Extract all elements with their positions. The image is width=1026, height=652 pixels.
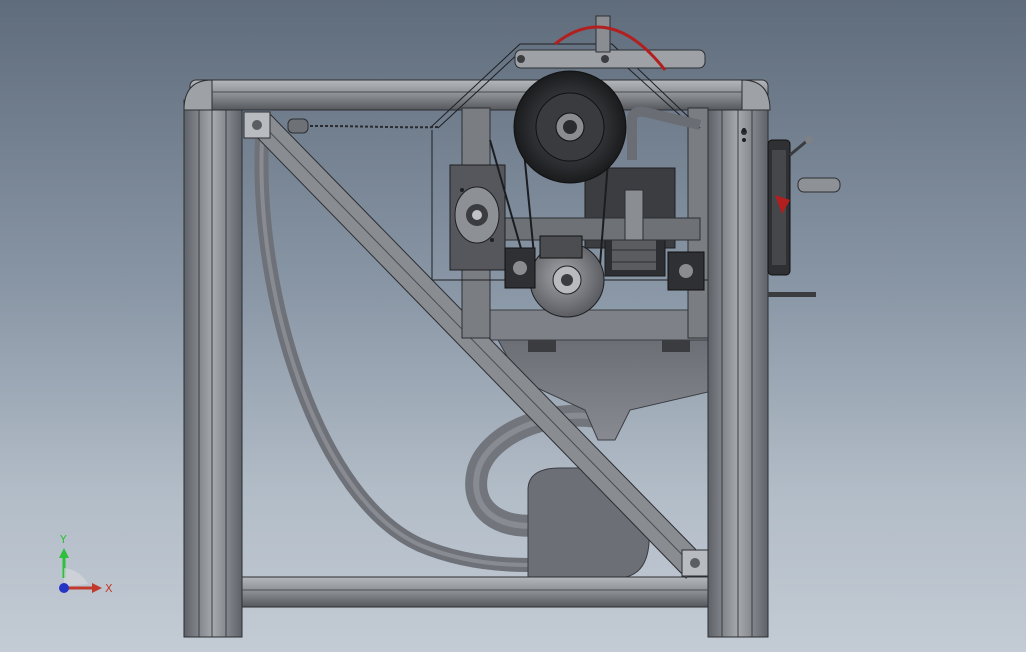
brace-bracket-top bbox=[243, 111, 271, 139]
frame-top-left-corner bbox=[183, 79, 213, 111]
coordinate-triad-icon: Y X bbox=[59, 533, 113, 595]
bearing-mount bbox=[449, 164, 506, 271]
y-axis-label: Y bbox=[59, 533, 67, 546]
hopper-top-plate bbox=[489, 309, 713, 341]
x-axis-label: X bbox=[105, 582, 113, 595]
z-axis-dot bbox=[59, 583, 69, 593]
sensor-cable bbox=[290, 125, 441, 129]
frame-top-rail bbox=[189, 79, 769, 111]
top-clamp bbox=[514, 15, 706, 71]
frame-left-upright bbox=[183, 99, 243, 638]
brace-bracket-bottom bbox=[681, 549, 709, 577]
cad-viewport[interactable] bbox=[0, 0, 1026, 652]
frame-bottom-rail bbox=[241, 576, 709, 608]
upper-pulley bbox=[513, 70, 627, 184]
